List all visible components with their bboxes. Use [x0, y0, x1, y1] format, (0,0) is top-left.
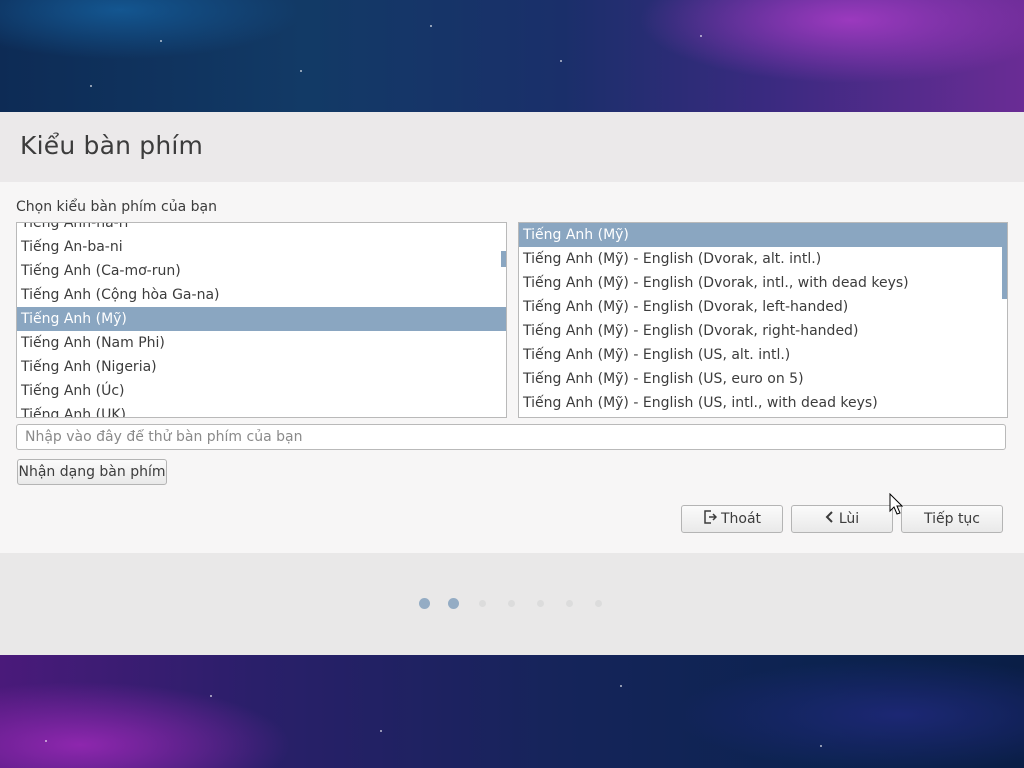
- progress-dot-1: [419, 598, 430, 609]
- page-title: Kiểu bàn phím: [20, 131, 204, 160]
- list-item[interactable]: Tiếng An-ba-ni: [17, 235, 506, 259]
- progress-dot-7: [595, 600, 602, 607]
- list-item[interactable]: Tiếng Anh (Mỹ) - English (US, alt. intl.…: [519, 343, 1007, 367]
- progress-dot-5: [537, 600, 544, 607]
- progress-dot-6: [566, 600, 573, 607]
- list-item[interactable]: Tiếng Anh (Nam Phi): [17, 331, 506, 355]
- continue-label: Tiếp tục: [923, 511, 981, 527]
- keyboard-variant-list[interactable]: Tiếng Anh (Mỹ) Tiếng Anh (Mỹ) - English …: [518, 222, 1008, 418]
- back-button[interactable]: Lùi: [791, 505, 893, 533]
- list-item[interactable]: Tiếng Anh (Mỹ) - English (Dvorak, intl.,…: [519, 271, 1007, 295]
- list-item[interactable]: Tiếng Anh (Mỹ) - English (US, euro on 5): [519, 367, 1007, 391]
- list-item[interactable]: Tiếng Anh (Mỹ) - English (Dvorak, right-…: [519, 319, 1007, 343]
- list-item[interactable]: Tiếng Anh (UK): [17, 403, 506, 417]
- variant-list-scrollbar[interactable]: [1002, 223, 1007, 299]
- desktop-background-bottom: [0, 655, 1024, 768]
- list-item[interactable]: Tiếng Anh (Nigeria): [17, 355, 506, 379]
- back-label: Lùi: [838, 511, 860, 527]
- list-item[interactable]: Tiếng Anh (Mỹ) - English (Dvorak, left-h…: [519, 295, 1007, 319]
- quit-button[interactable]: Thoát: [681, 505, 783, 533]
- exit-icon: [703, 510, 718, 528]
- mouse-pointer-icon: [889, 492, 904, 519]
- layout-prompt-label: Chọn kiểu bàn phím của bạn: [16, 199, 217, 215]
- continue-button[interactable]: Tiếp tục: [901, 505, 1003, 533]
- keyboard-test-input[interactable]: [16, 424, 1006, 450]
- detect-layout-label: Nhận dạng bàn phím: [18, 464, 166, 480]
- list-item[interactable]: Tiếng Anh (Mỹ) - English (Dvorak, alt. i…: [519, 247, 1007, 271]
- progress-dot-4: [508, 600, 515, 607]
- desktop-background-top: [0, 0, 1024, 112]
- detect-layout-button[interactable]: Nhận dạng bàn phím: [17, 459, 167, 485]
- list-item[interactable]: Tiếng Anh (Cộng hòa Ga-na): [17, 283, 506, 307]
- keyboard-layout-list[interactable]: Tiếng Anh-ha-ri Tiếng An-ba-ni Tiếng Anh…: [16, 222, 507, 418]
- list-item-selected[interactable]: Tiếng Anh (Mỹ): [519, 223, 1007, 247]
- list-item-selected[interactable]: Tiếng Anh (Mỹ): [17, 307, 506, 331]
- layout-list-scrollbar[interactable]: [501, 251, 506, 267]
- progress-dot-3: [479, 600, 486, 607]
- list-item[interactable]: Tiếng Anh (Ca-mơ-run): [17, 259, 506, 283]
- list-item[interactable]: Tiếng Anh (Úc): [17, 379, 506, 403]
- quit-label: Thoát: [720, 511, 762, 527]
- list-item[interactable]: Tiếng Anh (Mỹ) - English (US, intl., wit…: [519, 391, 1007, 415]
- progress-dot-2: [448, 598, 459, 609]
- chevron-left-icon: [825, 511, 835, 527]
- list-item[interactable]: Tiếng Anh-ha-ri: [17, 223, 506, 235]
